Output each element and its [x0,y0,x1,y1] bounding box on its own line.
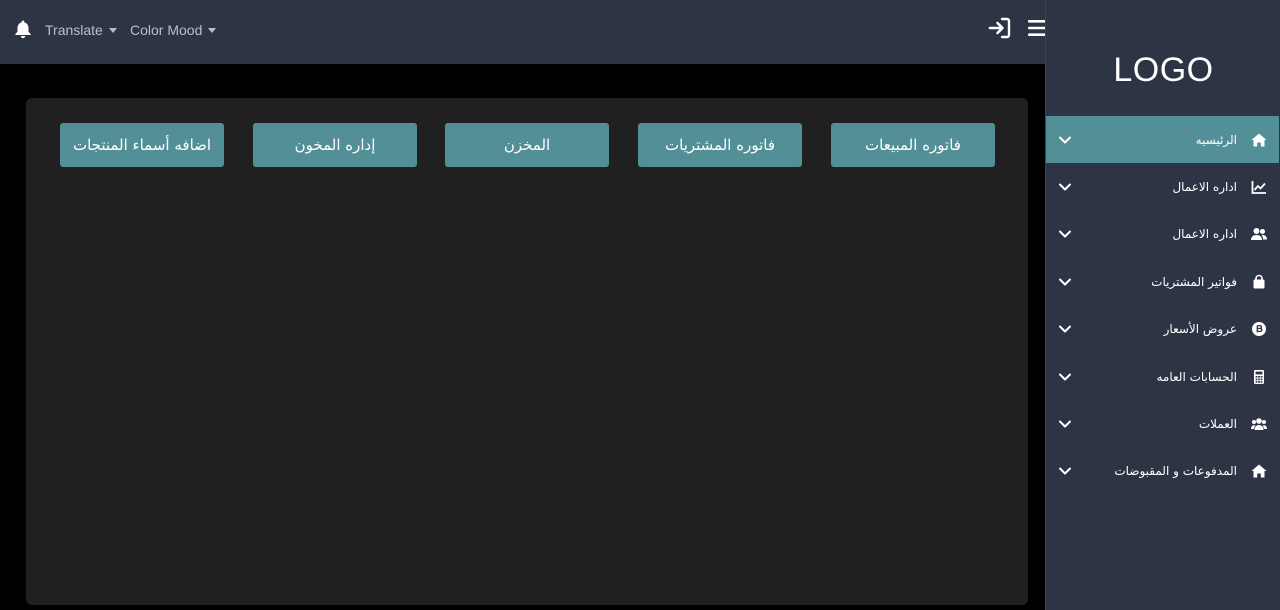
bitcoin-icon [1252,322,1266,337]
chevron-down-icon[interactable] [1058,133,1072,147]
sidebar-item-label: عروض الأسعار [1163,322,1237,337]
sidebar-item-label: الرئيسيه [1195,132,1237,147]
home-icon [1251,133,1267,147]
chart-line-icon [1251,181,1266,194]
sign-in-icon[interactable] [988,16,1012,40]
translate-dropdown[interactable]: Translate [45,21,117,39]
main-content-panel: فاتوره المبيعات فاتوره المشتريات المخزن … [26,98,1028,605]
sidebar-item-currencies[interactable]: العملات [1046,400,1279,447]
sidebar-item-home[interactable]: الرئيسيه [1046,116,1279,164]
chevron-down-icon[interactable] [1058,180,1072,194]
sidebar-item-business-management[interactable]: اداره الاعمال [1046,163,1279,210]
caret-down-icon [208,28,217,33]
home-icon [1251,464,1267,478]
top-navbar: Translate Color Mood [0,0,1046,64]
hamburger-menu-icon[interactable] [1028,18,1046,38]
sidebar-item-label: المدفوعات و المقبوضات [1114,464,1237,479]
sidebar-item-payments-receipts[interactable]: المدفوعات و المقبوضات [1046,448,1279,495]
caret-down-icon [108,28,117,33]
sidebar-nav: الرئيسيه اداره الاعمال اداره الاعمال فوا… [1046,116,1279,495]
sidebar-item-general-accounts[interactable]: الحسابات العامه [1046,353,1279,400]
sidebar-item-label: اداره الاعمال [1172,227,1237,242]
sidebar: LOGO الرئيسيه اداره الاعمال اداره الاعما… [1045,0,1280,610]
sidebar-item-business-management-2[interactable]: اداره الاعمال [1046,211,1279,258]
inventory-management-button[interactable]: إداره المخون [253,123,417,167]
bell-icon[interactable] [14,19,32,39]
sidebar-item-purchase-invoices[interactable]: فواتير المشتريات [1046,258,1279,305]
sidebar-item-label: فواتير المشتريات [1151,274,1237,289]
add-product-names-button[interactable]: اضافه أسماء المنتجات [60,123,224,167]
sidebar-item-price-quotes[interactable]: عروض الأسعار [1046,306,1279,353]
warehouse-button[interactable]: المخزن [445,123,609,167]
chevron-down-icon[interactable] [1058,370,1072,384]
calculator-icon [1254,369,1264,384]
color-mood-dropdown[interactable]: Color Mood [130,21,217,39]
users-icon [1251,228,1267,241]
shopping-bag-icon [1253,274,1265,289]
sales-invoice-button[interactable]: فاتوره المبيعات [831,123,995,167]
translate-label: Translate [45,22,103,38]
chevron-down-icon[interactable] [1058,417,1072,431]
chevron-down-icon[interactable] [1058,322,1072,336]
logo: LOGO [1113,51,1214,89]
chevron-down-icon[interactable] [1058,464,1072,478]
chevron-down-icon[interactable] [1058,227,1072,241]
sidebar-item-label: العملات [1198,417,1237,432]
purchase-invoice-button[interactable]: فاتوره المشتريات [638,123,802,167]
sidebar-item-label: اداره الاعمال [1172,180,1237,195]
chevron-down-icon[interactable] [1058,275,1072,289]
color-mood-label: Color Mood [130,22,203,38]
user-group-icon [1251,418,1267,431]
sidebar-item-label: الحسابات العامه [1156,369,1237,384]
